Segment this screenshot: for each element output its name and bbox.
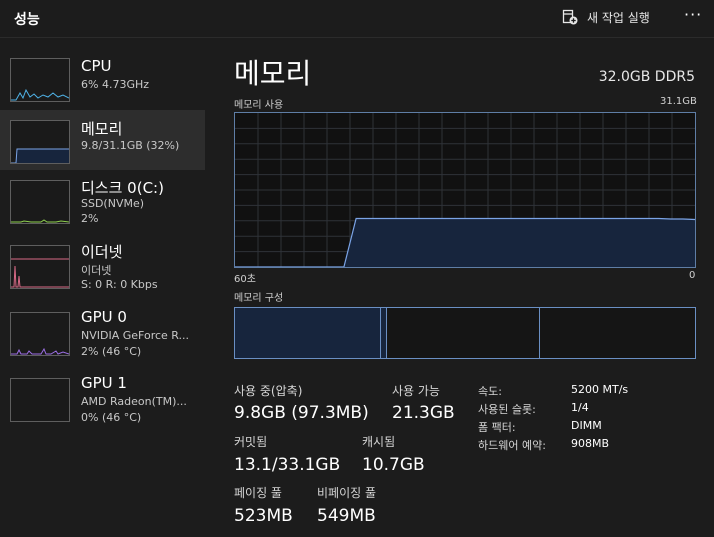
sidebar-item-label: GPU 1 <box>81 374 127 392</box>
speed-value: 5200 MT/s <box>571 383 629 396</box>
memory-usage-max: 31.1GB <box>660 96 697 107</box>
nonpaged-pool-label: 비페이징 풀 <box>317 486 377 500</box>
memory-thumbnail-graph <box>10 120 70 164</box>
sidebar-item-label: CPU <box>81 57 112 75</box>
cpu-thumbnail-graph <box>10 58 70 102</box>
sidebar-item-detail: AMD Radeon(TM)... <box>81 395 187 408</box>
sidebar-item-detail: 2% (46 °C) <box>81 345 142 358</box>
memory-usage-label: 메모리 사용 <box>234 100 284 111</box>
gpu0-thumbnail-graph <box>10 312 70 356</box>
chart-axis-right-label: 0 <box>689 270 696 281</box>
sidebar-item-detail: S: 0 R: 0 Kbps <box>81 278 158 291</box>
slots-used-value: 1/4 <box>571 401 589 414</box>
composition-in-use <box>235 308 381 358</box>
hardware-reserved-label: 하드웨어 예약: <box>478 439 546 452</box>
sidebar-item-gpu0[interactable]: GPU 0 NVIDIA GeForce R... 2% (46 °C) <box>0 303 205 363</box>
available-label: 사용 가능 <box>392 384 440 398</box>
sidebar-item-detail: 이더넷 <box>81 264 112 277</box>
in-use-value: 9.8GB (97.3MB) <box>234 403 369 423</box>
nonpaged-pool-value: 549MB <box>317 506 376 526</box>
sidebar-item-label: 디스크 0(C:) <box>81 179 164 197</box>
sidebar-item-detail: 6% 4.73GHz <box>81 78 150 91</box>
composition-free <box>540 308 695 358</box>
sidebar-item-gpu1[interactable]: GPU 1 AMD Radeon(TM)... 0% (46 °C) <box>0 369 205 429</box>
cached-value: 10.7GB <box>362 455 425 475</box>
memory-usage-chart <box>234 112 696 268</box>
page-title: 성능 <box>14 12 40 28</box>
sidebar-item-detail: 0% (46 °C) <box>81 411 142 424</box>
form-factor-value: DIMM <box>571 419 602 432</box>
memory-composition-bar <box>234 307 696 359</box>
sidebar-item-detail: 9.8/31.1GB (32%) <box>81 139 180 152</box>
sidebar-item-disk[interactable]: 디스크 0(C:) SSD(NVMe) 2% <box>0 169 205 229</box>
performance-sidebar: CPU 6% 4.73GHz 메모리 9.8/31.1GB (32%) 디스크 … <box>0 43 205 537</box>
paged-pool-label: 페이징 풀 <box>234 486 282 500</box>
new-task-icon <box>562 9 578 25</box>
in-use-label: 사용 중(압축) <box>234 384 303 398</box>
more-options-button[interactable]: ··· <box>684 6 706 28</box>
sidebar-item-cpu[interactable]: CPU 6% 4.73GHz <box>0 43 205 103</box>
top-bar: 성능 새 작업 실행 ··· <box>0 0 714 38</box>
form-factor-label: 폼 팩터: <box>478 421 516 434</box>
cached-label: 캐시됨 <box>362 435 396 449</box>
gpu1-thumbnail-graph <box>10 378 70 422</box>
hardware-reserved-value: 908MB <box>571 437 610 450</box>
speed-label: 속도: <box>478 385 502 398</box>
memory-usage-plot <box>235 113 695 267</box>
new-task-label: 새 작업 실행 <box>587 10 650 25</box>
memory-spec: 32.0GB DDR5 <box>598 69 695 85</box>
chart-axis-left-label: 60초 <box>234 274 256 285</box>
ethernet-thumbnail-graph <box>10 245 70 289</box>
sidebar-item-detail: 2% <box>81 212 99 225</box>
memory-title: 메모리 <box>234 57 312 90</box>
paged-pool-value: 523MB <box>234 506 293 526</box>
slots-used-label: 사용된 슬롯: <box>478 403 536 416</box>
committed-value: 13.1/33.1GB <box>234 455 341 475</box>
sidebar-item-detail: NVIDIA GeForce R... <box>81 329 190 342</box>
sidebar-item-label: 이더넷 <box>81 243 123 261</box>
new-task-button[interactable]: 새 작업 실행 <box>562 6 650 28</box>
committed-label: 커밋됨 <box>234 435 268 449</box>
sidebar-item-label: 메모리 <box>81 120 123 138</box>
sidebar-item-detail: SSD(NVMe) <box>81 197 145 210</box>
memory-composition-label: 메모리 구성 <box>234 293 284 304</box>
disk-thumbnail-graph <box>10 180 70 224</box>
composition-standby <box>387 308 540 358</box>
sidebar-item-memory[interactable]: 메모리 9.8/31.1GB (32%) <box>0 110 205 170</box>
available-value: 21.3GB <box>392 403 455 423</box>
sidebar-item-ethernet[interactable]: 이더넷 이더넷 S: 0 R: 0 Kbps <box>0 237 205 297</box>
sidebar-item-label: GPU 0 <box>81 308 127 326</box>
